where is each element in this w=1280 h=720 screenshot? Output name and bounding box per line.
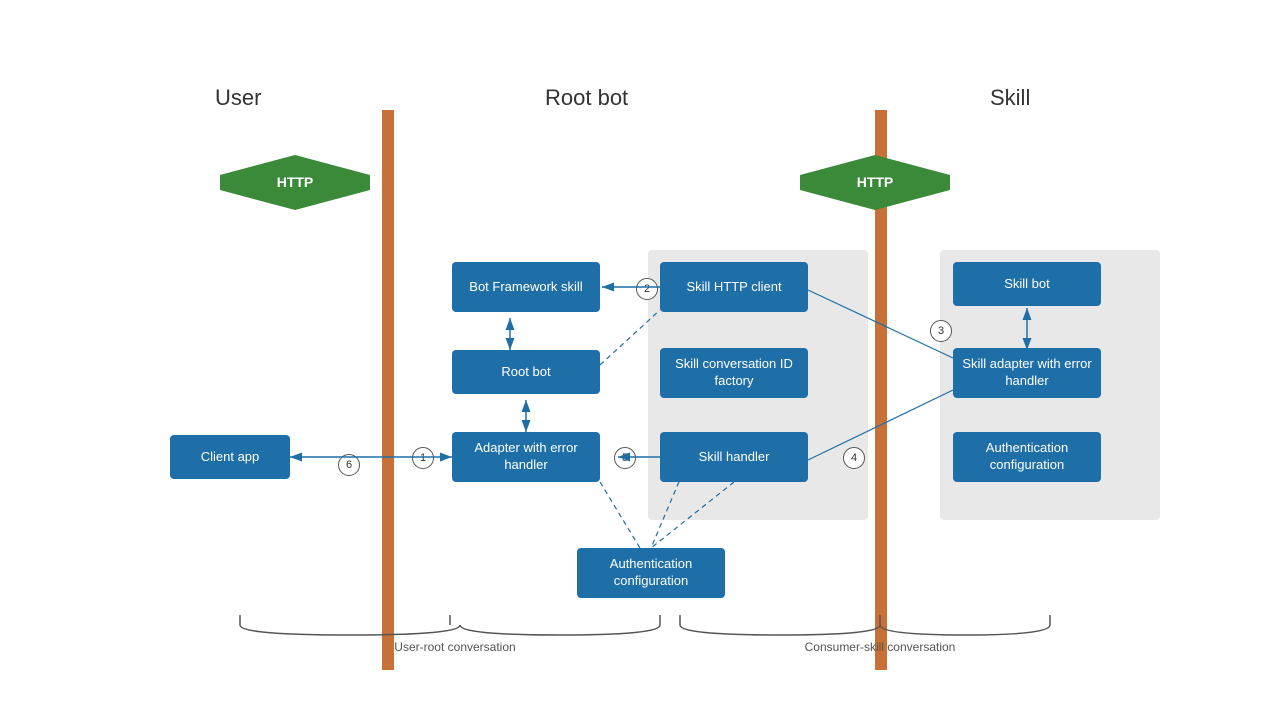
user-root-conversation-label: User-root conversation: [240, 640, 670, 654]
circle-6: 6: [338, 454, 360, 476]
diagram: User Root bot Skill Client app Bot Frame…: [0, 0, 1280, 720]
circle-5: 5: [614, 447, 636, 469]
auth-config-right-box: Authentication configuration: [953, 432, 1101, 482]
right-vertical-bar: [875, 110, 887, 670]
adapter-with-error-handler-box: Adapter with error handler: [452, 432, 600, 482]
root-bot-label: Root bot: [545, 85, 628, 111]
circle-4: 4: [843, 447, 865, 469]
circle-3: 3: [930, 320, 952, 342]
left-vertical-bar: [382, 110, 394, 670]
skill-bot-box: Skill bot: [953, 262, 1101, 306]
circle-1: 1: [412, 447, 434, 469]
root-bot-box: Root bot: [452, 350, 600, 394]
client-app-box: Client app: [170, 435, 290, 479]
skill-conversation-id-factory-box: Skill conversation ID factory: [660, 348, 808, 398]
skill-label: Skill: [990, 85, 1030, 111]
skill-handler-box: Skill handler: [660, 432, 808, 482]
bot-framework-skill-box: Bot Framework skill: [452, 262, 600, 312]
consumer-skill-conversation-label: Consumer-skill conversation: [690, 640, 1070, 654]
circle-2: 2: [636, 278, 658, 300]
user-label: User: [215, 85, 261, 111]
skill-adapter-with-error-handler-box: Skill adapter with error handler: [953, 348, 1101, 398]
svg-text:HTTP: HTTP: [277, 174, 314, 190]
auth-config-bottom-box: Authentication configuration: [577, 548, 725, 598]
skill-http-client-box: Skill HTTP client: [660, 262, 808, 312]
